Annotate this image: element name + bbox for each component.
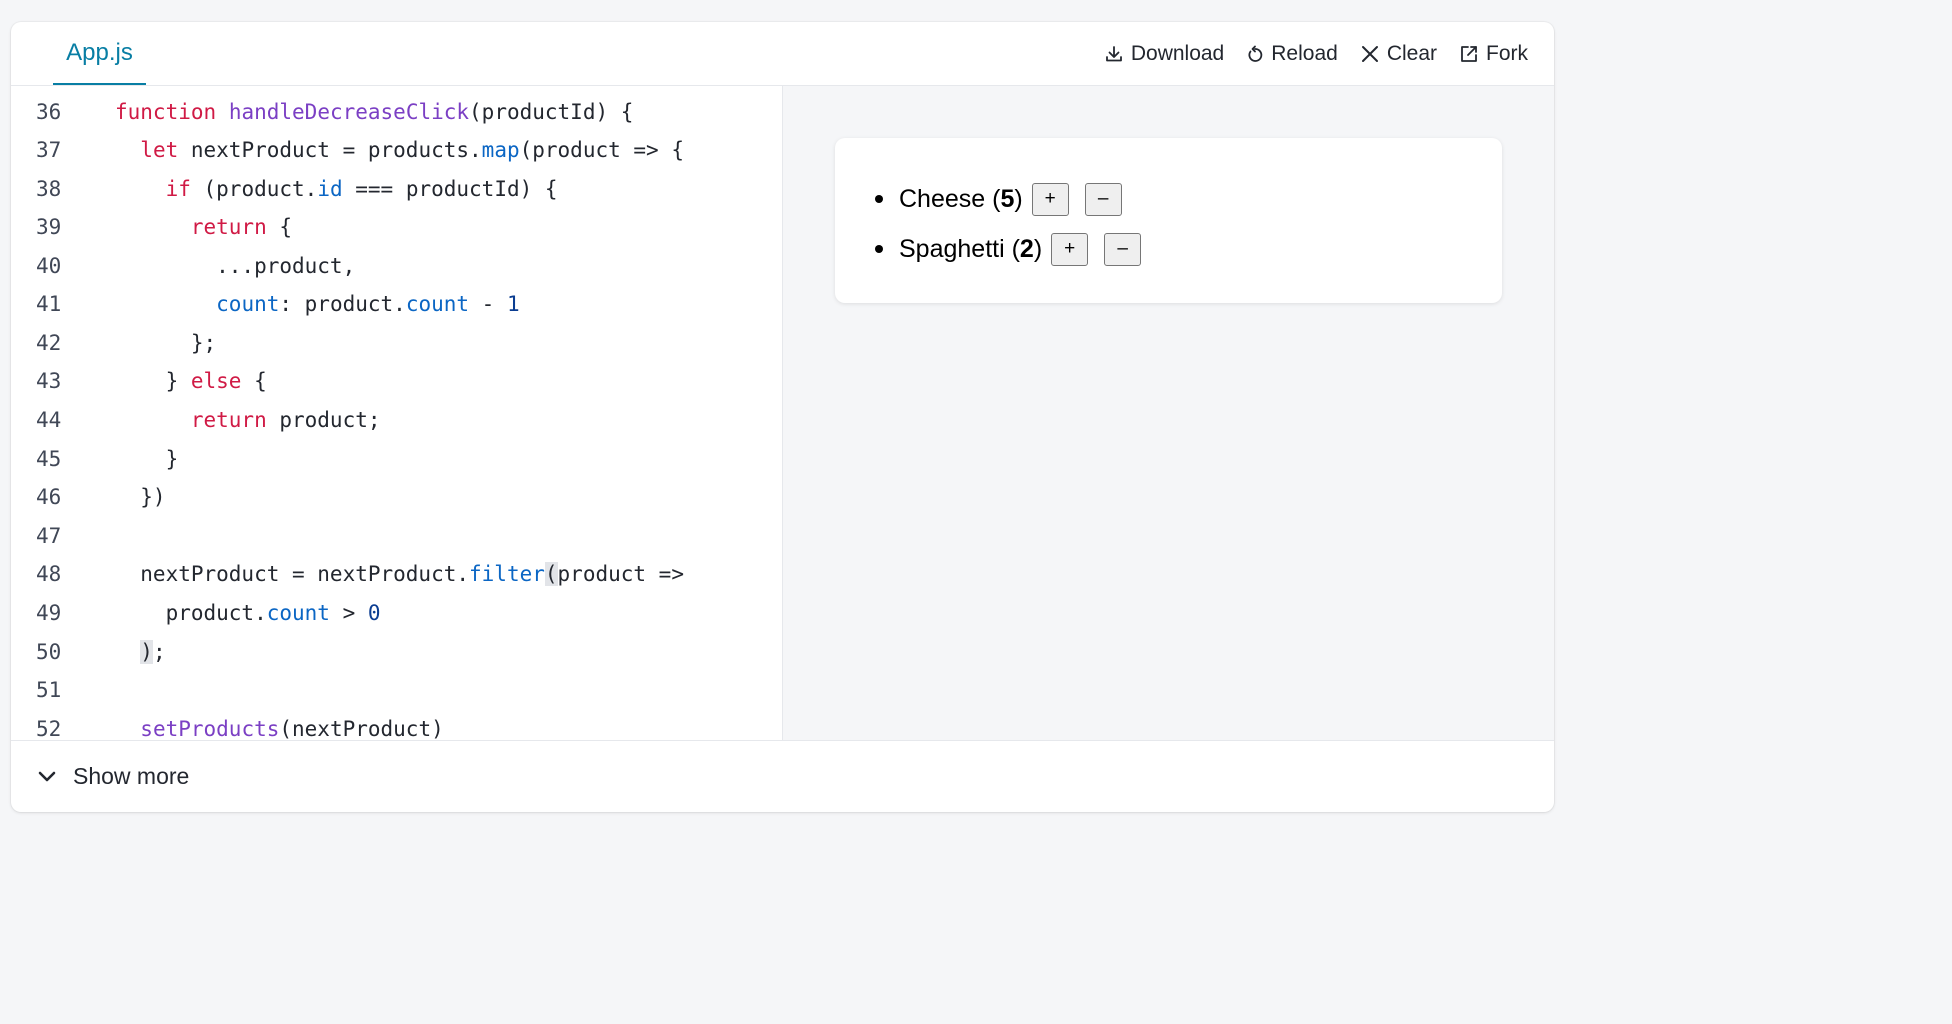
preview-pane: Cheese ( 5 ) + – Spaghetti ( 2 ) + – — [783, 86, 1554, 740]
editor-footer: Show more — [11, 740, 1554, 812]
increase-button[interactable]: + — [1031, 182, 1069, 216]
decrease-button[interactable]: – — [1104, 232, 1142, 266]
line-number: 42 — [36, 331, 62, 355]
clear-button[interactable]: Clear — [1360, 42, 1437, 66]
code-text: function handleDecreaseClick(productId) … — [115, 100, 634, 124]
preview-card: Cheese ( 5 ) + – Spaghetti ( 2 ) + – — [835, 138, 1502, 303]
line-number: 39 — [36, 215, 62, 239]
line-number: 51 — [36, 678, 62, 702]
bullet — [875, 195, 883, 203]
tab-app-js[interactable]: App.js — [53, 22, 146, 85]
sandbox-container: App.js Download Reload Clear Fork 36 fun… — [11, 22, 1554, 812]
product-count: 5 — [1000, 184, 1015, 213]
line-number: 45 — [36, 447, 62, 471]
download-icon — [1104, 44, 1124, 64]
line-number: 38 — [36, 177, 62, 201]
line-number: 48 — [36, 562, 62, 586]
code-text: } else { — [115, 369, 267, 393]
close-icon — [1360, 44, 1380, 64]
code-text: }; — [115, 331, 217, 355]
fork-button[interactable]: Fork — [1459, 42, 1528, 66]
line-number: 47 — [36, 524, 62, 548]
product-count-close: ) — [1033, 234, 1043, 263]
line-number: 44 — [36, 408, 62, 432]
show-more-button[interactable]: Show more — [37, 763, 189, 790]
bullet — [875, 245, 883, 253]
list-item: Spaghetti ( 2 ) + – — [875, 224, 1142, 274]
code-text: setProducts(nextProduct) — [140, 717, 444, 740]
reload-icon — [1246, 44, 1264, 64]
toolbar-actions: Download Reload Clear Fork — [1104, 22, 1528, 86]
code-text: product.count > 0 — [115, 601, 381, 625]
line-number: 46 — [36, 485, 62, 509]
show-more-label: Show more — [73, 763, 190, 789]
code-text: nextProduct = nextProduct.filter(product… — [115, 562, 684, 586]
line-number: 49 — [36, 601, 62, 625]
code-text: return product; — [190, 408, 381, 432]
list-item: Cheese ( 5 ) + – — [875, 174, 1141, 224]
download-button[interactable]: Download — [1104, 42, 1224, 66]
code-text: ); — [140, 640, 166, 664]
increase-button[interactable]: + — [1051, 232, 1089, 266]
product-count-open: ( — [985, 184, 1001, 213]
decrease-button[interactable]: – — [1084, 182, 1122, 216]
line-number: 36 — [36, 100, 62, 124]
reload-button[interactable]: Reload — [1246, 42, 1338, 66]
product-count-open: ( — [1004, 234, 1020, 263]
product-list: Cheese ( 5 ) + – Spaghetti ( 2 ) + – — [875, 174, 1142, 274]
product-name: Cheese — [899, 184, 986, 213]
code-text: } — [115, 447, 179, 471]
code-text: count: product.count - 1 — [216, 292, 520, 316]
clear-label: Clear — [1386, 42, 1437, 65]
product-count-close: ) — [1014, 184, 1023, 213]
line-number: 43 — [36, 369, 62, 393]
line-number: 50 — [36, 640, 62, 664]
chevron-down-icon — [37, 763, 57, 790]
line-number: 52 — [36, 717, 62, 740]
line-number: 40 — [36, 254, 62, 278]
editor-toolbar: App.js Download Reload Clear Fork — [11, 22, 1554, 86]
line-number: 41 — [36, 292, 62, 316]
external-link-icon — [1459, 44, 1479, 64]
code-text: return { — [190, 215, 293, 239]
download-label: Download — [1130, 42, 1225, 65]
code-text: if (product.id === productId) { — [165, 177, 558, 201]
product-count: 2 — [1019, 234, 1034, 263]
line-number: 37 — [36, 138, 62, 162]
code-text: ...product, — [115, 254, 356, 278]
fork-label: Fork — [1486, 42, 1528, 65]
reload-label: Reload — [1271, 42, 1338, 65]
code-text: let nextProduct = products.map(product =… — [140, 138, 684, 162]
product-name: Spaghetti — [899, 234, 1005, 263]
code-editor[interactable]: 36 function handleDecreaseClick(productId… — [11, 86, 783, 740]
code-text: }) — [115, 485, 166, 509]
